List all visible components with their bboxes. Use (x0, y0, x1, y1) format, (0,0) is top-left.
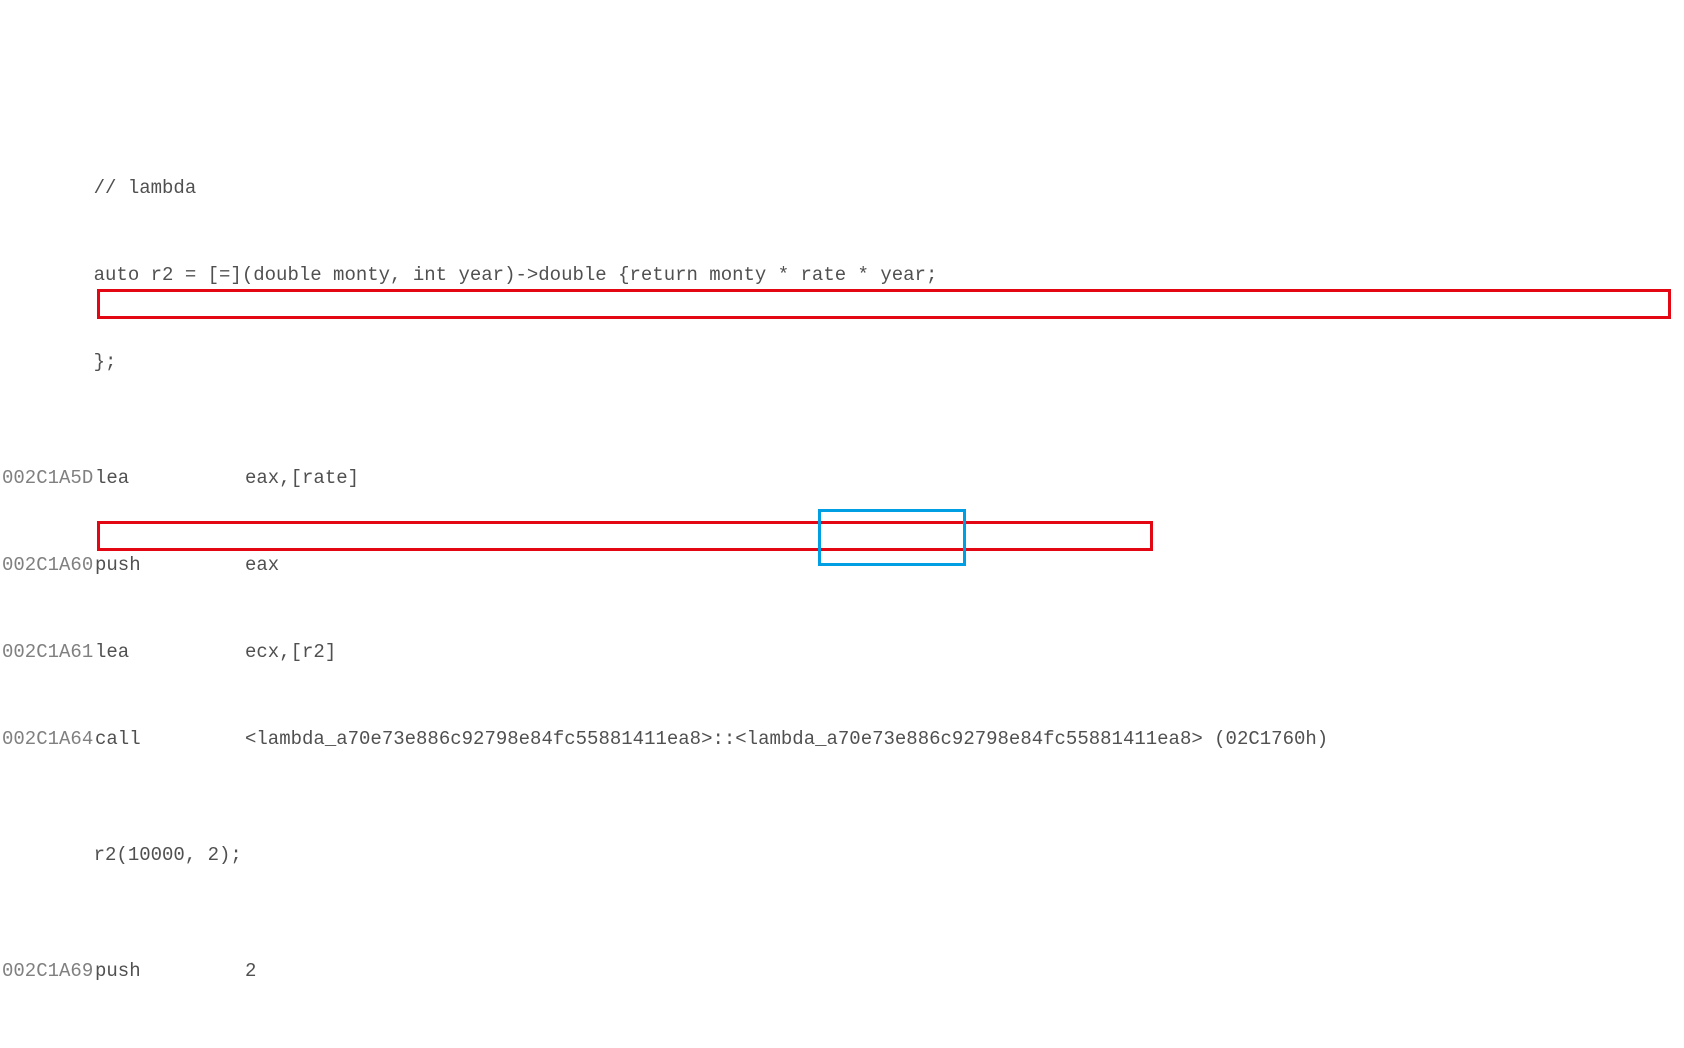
disasm-line: 002C1A61leaecx,[r2] (0, 638, 1684, 667)
source-line: auto r2 = [=](double monty, int year)->d… (0, 261, 1684, 290)
disasm-line: 002C1A5Dleaeax,[rate] (0, 464, 1684, 493)
operands: eax,[rate] (245, 464, 359, 493)
address: 002C1A6B (0, 1044, 95, 1048)
disassembly-view: // lambda auto r2 = [=](double monty, in… (0, 116, 1684, 1048)
highlight-box-red (97, 521, 1153, 551)
operands: eax (245, 551, 279, 580)
operands: ecx,[r2] (245, 638, 336, 667)
source-line: // lambda (0, 174, 1684, 203)
source-line: r2(10000, 2); (0, 841, 1684, 870)
mnemonic: sub (95, 1044, 245, 1048)
address: 002C1A64 (0, 725, 95, 754)
operands: esp,8 (245, 1044, 302, 1048)
operands: 2 (245, 957, 256, 986)
mnemonic: push (95, 551, 245, 580)
operands: <lambda_a70e73e886c92798e84fc55881411ea8… (245, 725, 1328, 754)
address: 002C1A61 (0, 638, 95, 667)
address: 002C1A60 (0, 551, 95, 580)
source-line: }; (0, 348, 1684, 377)
highlight-box-red (97, 289, 1671, 319)
address: 002C1A5D (0, 464, 95, 493)
disasm-line: 002C1A60pusheax (0, 551, 1684, 580)
mnemonic: push (95, 957, 245, 986)
disasm-line: 002C1A64call<lambda_a70e73e886c92798e84f… (0, 725, 1684, 754)
mnemonic: call (95, 725, 245, 754)
disasm-line: 002C1A6Bsubesp,8 (0, 1044, 1684, 1048)
mnemonic: lea (95, 638, 245, 667)
address: 002C1A69 (0, 957, 95, 986)
disasm-line: 002C1A69push2 (0, 957, 1684, 986)
mnemonic: lea (95, 464, 245, 493)
